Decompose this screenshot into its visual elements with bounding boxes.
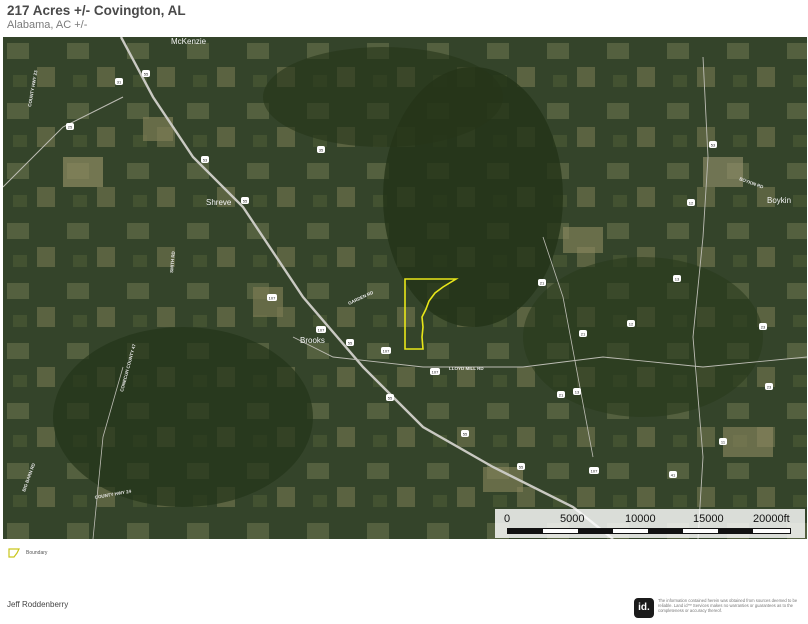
place-label: Boykin: [767, 196, 791, 205]
svg-text:107: 107: [591, 469, 598, 474]
svg-text:107: 107: [383, 349, 390, 354]
svg-text:55: 55: [243, 199, 248, 204]
place-label: Shreve: [206, 198, 232, 207]
svg-text:23: 23: [761, 325, 766, 330]
route-shield: 53: [201, 156, 209, 163]
svg-text:12: 12: [629, 322, 634, 327]
page-title: 217 Acres +/- Covington, AL: [7, 3, 186, 18]
svg-text:55: 55: [388, 396, 393, 401]
scale-label: 15000: [693, 513, 724, 525]
boundary-outline-icon: [8, 548, 20, 558]
route-shield: 35: [317, 146, 325, 153]
route-shield: 55: [517, 463, 525, 470]
svg-text:21: 21: [581, 332, 586, 337]
route-shield: 13: [573, 388, 581, 395]
svg-text:21: 21: [559, 393, 564, 398]
route-shield: 21: [579, 330, 587, 337]
route-shield: 31: [115, 78, 123, 85]
route-shield: 25: [66, 123, 74, 130]
svg-text:107: 107: [318, 328, 325, 333]
route-shield: 12: [687, 199, 695, 206]
svg-text:41: 41: [671, 473, 676, 478]
route-shield: 41: [669, 471, 677, 478]
route-shield: 11: [719, 438, 727, 445]
scale-label: 5000: [560, 513, 585, 525]
route-shield: 12: [627, 320, 635, 327]
route-shield: 55: [346, 339, 354, 346]
place-label: Brooks: [300, 336, 325, 345]
legend-label: Boundary: [26, 550, 48, 556]
svg-text:31: 31: [117, 80, 122, 85]
route-shield: 13: [673, 275, 681, 282]
svg-text:13: 13: [575, 390, 580, 395]
route-shield: 21: [557, 391, 565, 398]
svg-text:55: 55: [463, 432, 468, 437]
route-shield: 55: [241, 197, 249, 204]
svg-text:21: 21: [540, 281, 545, 286]
svg-text:25: 25: [68, 125, 73, 130]
place-label: McKenzie: [171, 37, 207, 46]
route-shield: 107: [430, 368, 440, 375]
scale-label: 10000: [625, 513, 656, 525]
route-shield: 55: [386, 394, 394, 401]
page-subtitle: Alabama, AC +/-: [7, 19, 88, 31]
svg-text:53: 53: [711, 143, 716, 148]
svg-text:107: 107: [432, 370, 439, 375]
svg-text:12: 12: [689, 201, 694, 206]
route-shield: 55: [142, 70, 150, 77]
scale-label: 0: [504, 513, 511, 525]
land-id-logo: id.: [634, 598, 654, 618]
scale-bar-track: [507, 528, 791, 534]
svg-text:55: 55: [348, 341, 353, 346]
disclaimer-text: The information contained herein was obt…: [658, 598, 798, 614]
scale-bar: 0 5000 10000 15000 20000ft: [495, 509, 805, 538]
route-shield: 107: [589, 467, 599, 474]
route-shield: 107: [381, 347, 391, 354]
svg-text:35: 35: [319, 148, 324, 153]
svg-text:55: 55: [144, 72, 149, 77]
map-canvas[interactable]: McKenzie Shreve Brooks Boykin COUNTY HWY…: [3, 37, 807, 539]
agent-name: Jeff Roddenberry: [7, 600, 69, 609]
route-shield: 21: [538, 279, 546, 286]
route-shield: 23: [765, 383, 773, 390]
svg-text:23: 23: [767, 385, 772, 390]
route-shield: 53: [709, 141, 717, 148]
route-shield: 107: [267, 294, 277, 301]
svg-text:55: 55: [519, 465, 524, 470]
svg-text:53: 53: [203, 158, 208, 163]
road-label: LLOYD MILL RD: [449, 366, 484, 371]
route-shield: 107: [316, 326, 326, 333]
route-shield: 23: [759, 323, 767, 330]
svg-text:107: 107: [269, 296, 276, 301]
scale-label: 20000ft: [753, 513, 790, 525]
map-legend: Boundary: [8, 548, 47, 558]
satellite-map[interactable]: McKenzie Shreve Brooks Boykin COUNTY HWY…: [3, 37, 807, 539]
route-shield: 55: [461, 430, 469, 437]
svg-text:13: 13: [675, 277, 680, 282]
